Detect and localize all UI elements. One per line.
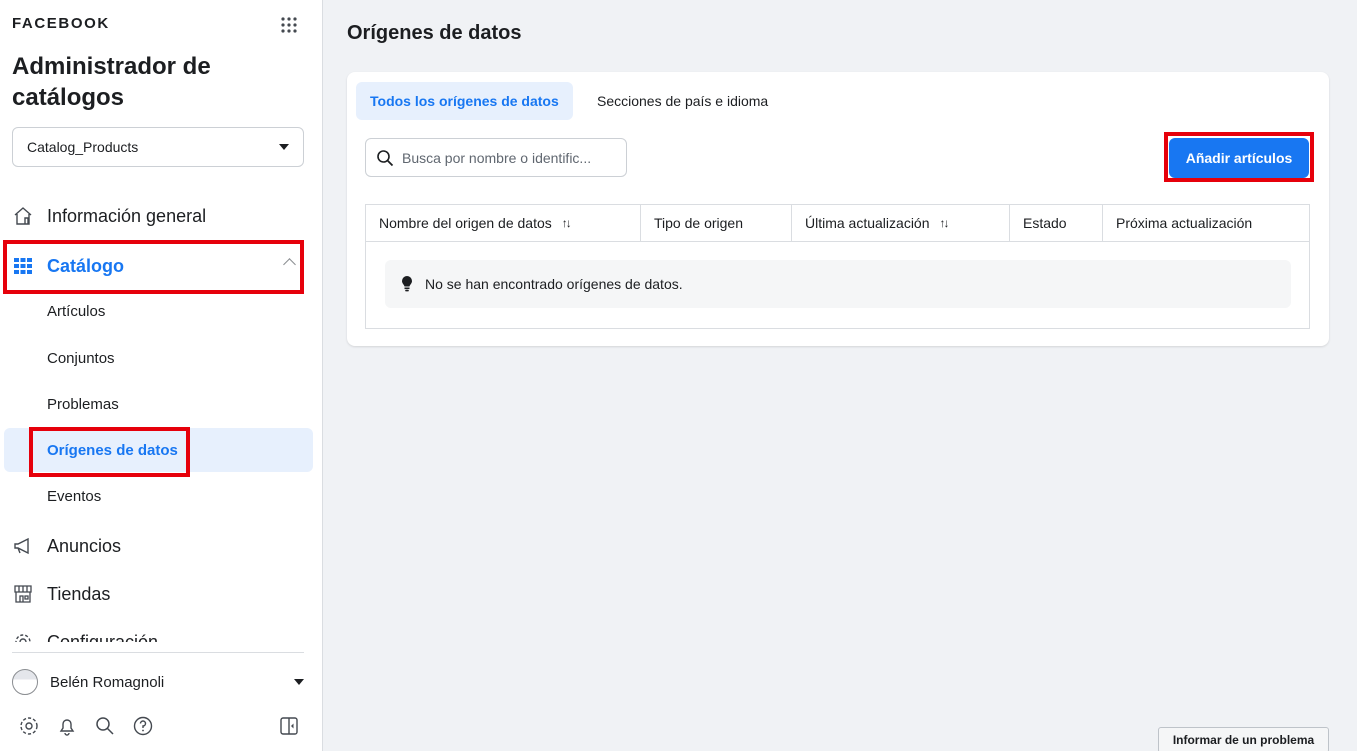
data-sources-card: Todos los orígenes de datos Secciones de… (347, 72, 1329, 346)
gear-icon[interactable] (18, 715, 40, 737)
sub-item-events-label: Eventos (47, 487, 102, 505)
avatar (12, 669, 38, 695)
column-header-next[interactable]: Próxima actualización (1103, 205, 1309, 241)
app-title: Administrador de catálogos (12, 53, 211, 111)
nav-item-shops[interactable]: Tiendas (12, 574, 312, 614)
nav-item-catalog[interactable]: Catálogo (12, 246, 312, 286)
search-icon (377, 149, 394, 166)
sub-item-sets[interactable]: Conjuntos (4, 336, 313, 380)
sidebar-footer-icons (12, 712, 304, 742)
catalog-selector[interactable]: Catalog_Products (12, 127, 304, 167)
caret-down-icon (294, 679, 304, 685)
nav-item-catalog-label: Catálogo (47, 255, 125, 276)
column-header-next-label: Próxima actualización (1116, 215, 1253, 231)
search-icon[interactable] (94, 715, 116, 737)
user-name: Belén Romagnoli (50, 673, 165, 691)
add-items-button[interactable]: Añadir artículos (1169, 138, 1309, 178)
column-header-name[interactable]: Nombre del origen de datos ↑↓ (366, 205, 641, 241)
help-icon[interactable] (132, 715, 154, 737)
nav-item-shops-label: Tiendas (47, 583, 111, 604)
tab-all-data-sources[interactable]: Todos los orígenes de datos (356, 82, 573, 120)
nav-item-info-label: Información general (47, 205, 207, 226)
column-header-name-label: Nombre del origen de datos (379, 215, 552, 231)
bell-icon[interactable] (56, 715, 78, 737)
chevron-up-icon (283, 258, 296, 271)
page-title: Orígenes de datos (347, 22, 522, 44)
caret-down-icon (279, 144, 289, 150)
sub-item-items-label: Artículos (47, 302, 106, 320)
column-header-updated-label: Última actualización (805, 215, 930, 231)
megaphone-icon (12, 535, 34, 557)
sub-item-issues-label: Problemas (47, 395, 119, 413)
sub-item-sets-label: Conjuntos (47, 349, 115, 367)
facebook-brand[interactable]: FACEBOOK (12, 15, 110, 32)
report-problem-button[interactable]: Informar de un problema (1158, 727, 1329, 751)
column-header-type-label: Tipo de origen (654, 215, 743, 231)
sub-item-issues[interactable]: Problemas (4, 382, 313, 426)
nav-item-info[interactable]: Información general (12, 196, 312, 236)
catalog-selector-value: Catalog_Products (27, 139, 139, 155)
apps-grid-icon[interactable] (279, 15, 299, 35)
empty-state-text: No se han encontrado orígenes de datos. (425, 276, 683, 292)
nav-item-ads[interactable]: Anuncios (12, 526, 312, 566)
data-sources-table: Nombre del origen de datos ↑↓ Tipo de or… (365, 204, 1310, 329)
sub-item-items[interactable]: Artículos (4, 289, 313, 333)
column-header-type[interactable]: Tipo de origen (641, 205, 792, 241)
sub-item-events[interactable]: Eventos (4, 474, 313, 518)
nav-scroll-fade (0, 642, 322, 652)
sidebar-divider (12, 652, 304, 653)
lightbulb-icon (402, 276, 412, 292)
sidebar: FACEBOOK Administrador de catálogos Cata… (0, 0, 323, 751)
column-header-status[interactable]: Estado (1010, 205, 1103, 241)
tab-country-language[interactable]: Secciones de país e idioma (583, 82, 782, 120)
sub-item-data-sources[interactable]: Orígenes de datos (4, 428, 313, 472)
empty-state-message: No se han encontrado orígenes de datos. (385, 260, 1291, 308)
sort-icon: ↑↓ (561, 216, 572, 230)
sub-item-data-sources-label: Orígenes de datos (47, 441, 178, 459)
search-input[interactable]: Busca por nombre o identific... (365, 138, 627, 177)
column-header-status-label: Estado (1023, 215, 1067, 231)
panel-toggle-icon[interactable] (278, 715, 300, 737)
table-header: Nombre del origen de datos ↑↓ Tipo de or… (366, 205, 1309, 242)
nav-item-ads-label: Anuncios (47, 535, 122, 556)
sort-icon: ↑↓ (939, 216, 950, 230)
shop-icon (12, 583, 34, 605)
user-menu[interactable]: Belén Romagnoli (12, 664, 304, 700)
column-header-updated[interactable]: Última actualización ↑↓ (792, 205, 1010, 241)
home-icon (12, 205, 34, 227)
search-placeholder: Busca por nombre o identific... (402, 149, 592, 166)
catalog-grid-icon (12, 255, 34, 277)
